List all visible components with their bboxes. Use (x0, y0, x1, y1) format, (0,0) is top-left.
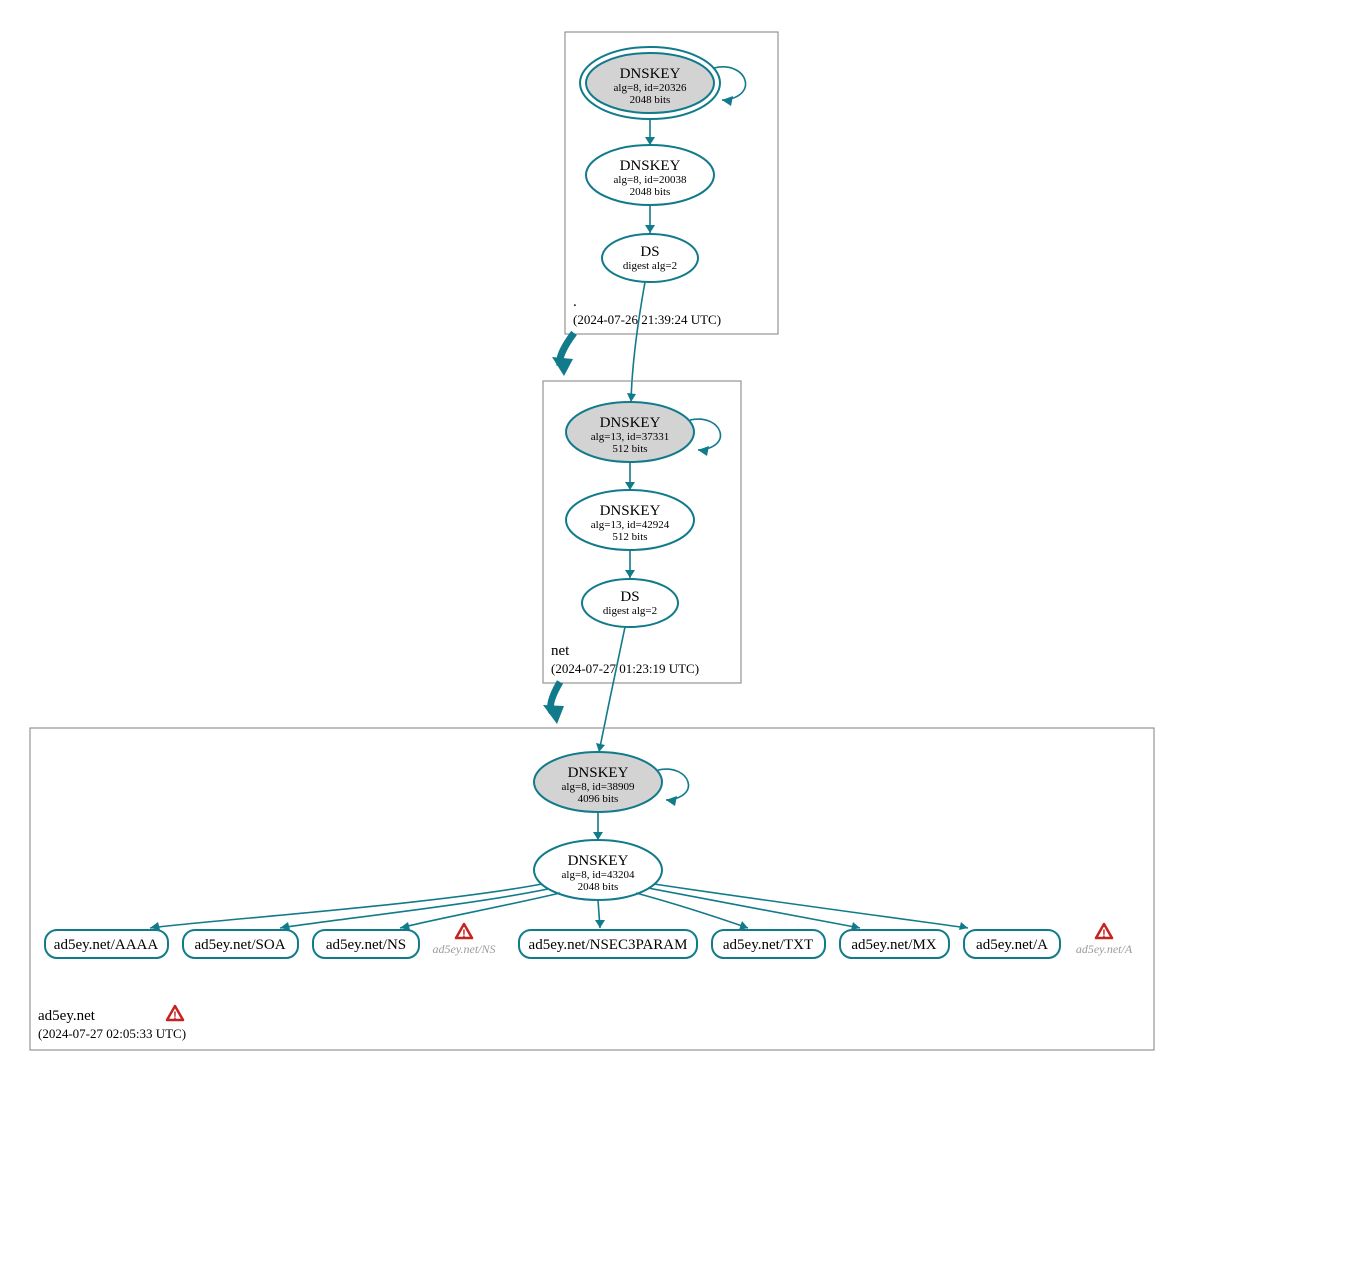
rrset-soa: ad5ey.net/SOA (183, 930, 298, 958)
zone-net-label: net (551, 643, 570, 659)
svg-text:!: ! (1102, 928, 1106, 940)
zone-root: . (2024-07-26 21:39:24 UTC) DNSKEY alg=8… (565, 32, 778, 334)
svg-text:2048 bits: 2048 bits (630, 94, 671, 106)
rrset-nsec3param: ad5ey.net/NSEC3PARAM (519, 930, 697, 958)
node-root-ds: DS digest alg=2 (602, 234, 698, 282)
zone-ad5ey-timestamp: (2024-07-27 02:05:33 UTC) (38, 1026, 186, 1041)
node-net-ds: DS digest alg=2 (582, 579, 678, 627)
warning-icon: ! (456, 924, 472, 940)
svg-text:ad5ey.net/NS: ad5ey.net/NS (433, 942, 496, 956)
svg-text:ad5ey.net/A: ad5ey.net/A (1076, 942, 1133, 956)
svg-text:alg=8, id=20326: alg=8, id=20326 (614, 82, 687, 94)
zone-root-label: . (573, 294, 577, 310)
svg-text:alg=13, id=37331: alg=13, id=37331 (591, 431, 669, 443)
svg-text:DNSKEY: DNSKEY (600, 503, 661, 519)
svg-text:alg=8, id=20038: alg=8, id=20038 (614, 174, 687, 186)
delegation-net-to-ad5ey (543, 682, 564, 724)
svg-text:512 bits: 512 bits (612, 443, 647, 455)
delegation-root-to-net (552, 333, 574, 376)
svg-text:!: ! (173, 1010, 177, 1022)
node-root-ksk: DNSKEY alg=8, id=20326 2048 bits (580, 47, 746, 119)
svg-text:ad5ey.net/NSEC3PARAM: ad5ey.net/NSEC3PARAM (529, 937, 688, 953)
rrset-mx: ad5ey.net/MX (840, 930, 949, 958)
zone-root-timestamp: (2024-07-26 21:39:24 UTC) (573, 312, 721, 327)
zone-ad5ey-label: ad5ey.net (38, 1008, 96, 1024)
svg-text:2048 bits: 2048 bits (630, 186, 671, 198)
svg-text:2048 bits: 2048 bits (578, 881, 619, 893)
svg-text:ad5ey.net/A: ad5ey.net/A (976, 937, 1048, 953)
edge-root-ds-to-net-ksk (631, 282, 645, 402)
svg-text:ad5ey.net/TXT: ad5ey.net/TXT (723, 937, 813, 953)
rrset-a: ad5ey.net/A (964, 930, 1060, 958)
rrset-aaaa: ad5ey.net/AAAA (45, 930, 168, 958)
svg-text:DS: DS (620, 589, 639, 605)
edge-net-ds-to-ad5ey-ksk (599, 627, 625, 752)
svg-text:DS: DS (640, 244, 659, 260)
svg-text:alg=13, id=42924: alg=13, id=42924 (591, 519, 670, 531)
svg-text:4096 bits: 4096 bits (578, 793, 619, 805)
svg-text:alg=8, id=43204: alg=8, id=43204 (562, 869, 635, 881)
svg-text:512 bits: 512 bits (612, 531, 647, 543)
svg-text:ad5ey.net/MX: ad5ey.net/MX (851, 937, 936, 953)
svg-text:DNSKEY: DNSKEY (620, 66, 681, 82)
rrset-txt: ad5ey.net/TXT (712, 930, 825, 958)
svg-text:alg=8, id=38909: alg=8, id=38909 (562, 781, 635, 793)
node-ad5ey-zsk: DNSKEY alg=8, id=43204 2048 bits (534, 840, 662, 900)
svg-text:ad5ey.net/NS: ad5ey.net/NS (326, 937, 406, 953)
rrset-ns: ad5ey.net/NS (313, 930, 419, 958)
node-net-ksk: DNSKEY alg=13, id=37331 512 bits (566, 402, 720, 462)
zone-ad5ey: ad5ey.net (2024-07-27 02:05:33 UTC) ! DN… (30, 728, 1154, 1050)
svg-text:DNSKEY: DNSKEY (568, 853, 629, 869)
svg-text:!: ! (462, 928, 466, 940)
dnssec-graph: . (2024-07-26 21:39:24 UTC) DNSKEY alg=8… (0, 0, 1364, 1282)
svg-text:digest alg=2: digest alg=2 (623, 260, 677, 272)
svg-text:ad5ey.net/AAAA: ad5ey.net/AAAA (54, 937, 159, 953)
node-root-zsk: DNSKEY alg=8, id=20038 2048 bits (586, 145, 714, 205)
svg-text:DNSKEY: DNSKEY (620, 158, 681, 174)
rrset-a-warning: ! ad5ey.net/A (1076, 924, 1133, 956)
warning-icon: ! (167, 1006, 183, 1022)
node-ad5ey-ksk: DNSKEY alg=8, id=38909 4096 bits (534, 752, 688, 812)
warning-icon: ! (1096, 924, 1112, 940)
svg-text:DNSKEY: DNSKEY (600, 415, 661, 431)
svg-text:ad5ey.net/SOA: ad5ey.net/SOA (194, 937, 285, 953)
svg-text:digest alg=2: digest alg=2 (603, 605, 657, 617)
zone-net: net (2024-07-27 01:23:19 UTC) DNSKEY alg… (543, 381, 741, 683)
node-net-zsk: DNSKEY alg=13, id=42924 512 bits (566, 490, 694, 550)
svg-text:DNSKEY: DNSKEY (568, 765, 629, 781)
rrset-ns-warning: ! ad5ey.net/NS (433, 924, 496, 956)
zone-net-timestamp: (2024-07-27 01:23:19 UTC) (551, 661, 699, 676)
